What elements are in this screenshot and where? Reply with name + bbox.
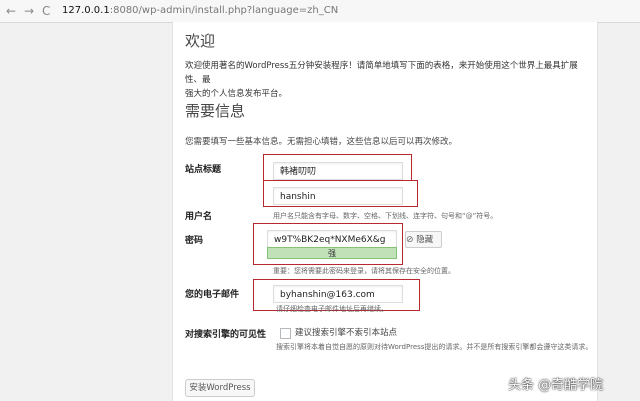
password-label: 密码 <box>185 236 204 246</box>
info-heading: 需要信息 <box>185 102 246 120</box>
search-visibility-hint: 搜索引擎将本着自觉自愿的原则对待WordPress提出的请求。并不是所有搜索引擎… <box>276 343 593 351</box>
url-path: :8080/wp-admin/install.php?language=zh_C… <box>109 5 339 16</box>
discourage-search-checkbox[interactable] <box>280 328 291 339</box>
watermark-text: 头条 @奇酷学院 <box>508 378 604 393</box>
site-title-highlight <box>263 154 412 181</box>
username-label: 用户名 <box>185 212 213 222</box>
address-bar[interactable]: 127.0.0.1:8080/wp-admin/install.php?lang… <box>62 3 622 19</box>
welcome-text-line1: 欢迎使用著名的WordPress五分钟安装程序！请简单地填写下面的表格，来开始使… <box>185 61 578 85</box>
discourage-search-label: 建议搜索引擎不索引本站点 <box>295 328 398 338</box>
reload-icon[interactable]: C <box>42 3 50 19</box>
browser-toolbar: ← → C 127.0.0.1:8080/wp-admin/install.ph… <box>0 0 640 23</box>
hide-password-button[interactable]: ⊘ 隐藏 <box>405 231 442 248</box>
hide-password-label: 隐藏 <box>416 235 434 245</box>
username-highlight <box>263 180 418 207</box>
eye-slash-icon: ⊘ <box>406 235 414 245</box>
site-title-label: 站点标题 <box>185 165 222 175</box>
welcome-heading: 欢迎 <box>185 32 216 50</box>
welcome-text-line2: 强大的个人信息发布平台。 <box>185 89 288 99</box>
forward-arrow-icon[interactable]: → <box>24 3 34 19</box>
welcome-text: 欢迎使用著名的WordPress五分钟安装程序！请简单地填写下面的表格，来开始使… <box>185 59 589 101</box>
password-highlight <box>253 223 403 265</box>
email-label: 您的电子邮件 <box>185 290 240 300</box>
username-hint: 用户名只能含有字母、数字、空格、下划线、连字符、句号和“@”符号。 <box>273 212 498 220</box>
install-card: 欢迎 欢迎使用著名的WordPress五分钟安装程序！请简单地填写下面的表格，来… <box>172 22 598 401</box>
install-wordpress-button[interactable]: 安装WordPress <box>185 379 255 397</box>
back-arrow-icon[interactable]: ← <box>6 3 16 19</box>
info-intro: 您需要填写一些基本信息。无需担心填错，这些信息以后可以再次修改。 <box>185 137 458 147</box>
email-hint: 请仔细检查电子邮件地址后再继续。 <box>276 305 388 313</box>
url-host: 127.0.0.1 <box>62 5 110 16</box>
search-visibility-label: 对搜索引擎的可见性 <box>185 330 267 340</box>
password-hint: 重要：您将需要此密码来登录，请将其保存在安全的位置。 <box>273 267 455 275</box>
